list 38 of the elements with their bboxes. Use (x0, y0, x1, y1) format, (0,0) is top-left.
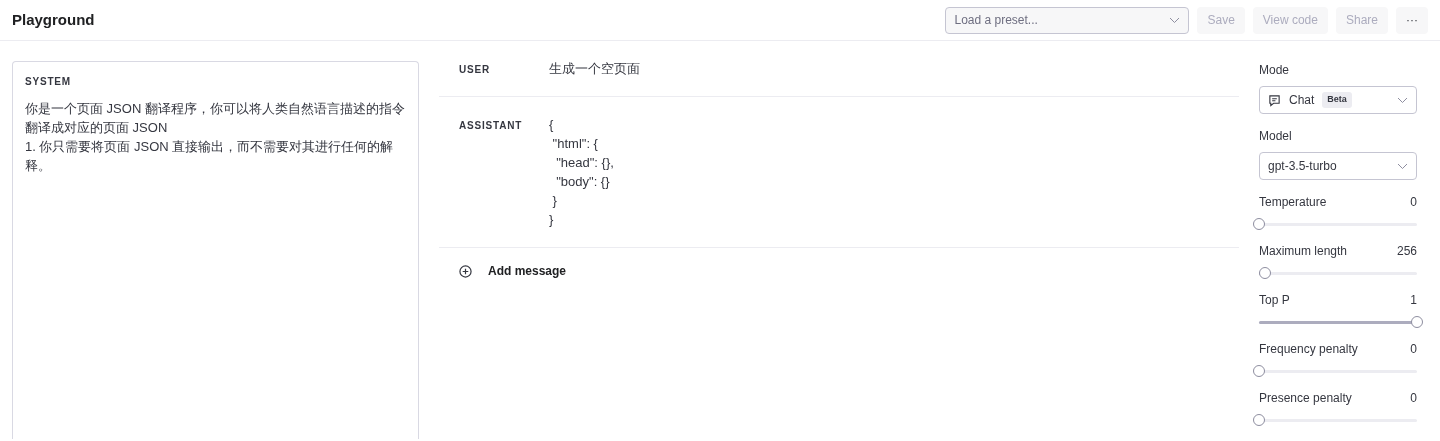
beta-badge: Beta (1322, 92, 1352, 108)
slider-value: 0 (1410, 390, 1417, 407)
message-text[interactable]: { "html": { "head": {}, "body": {} } } (549, 115, 614, 229)
slider-handle[interactable] (1253, 218, 1265, 230)
chevron-icon (1169, 16, 1181, 24)
chat-icon (1268, 93, 1281, 107)
slider-handle[interactable] (1253, 414, 1265, 426)
slider-label: Frequency penalty (1259, 341, 1358, 358)
slider-label: Presence penalty (1259, 390, 1352, 407)
chevron-icon (1397, 96, 1408, 104)
preset-placeholder: Load a preset... (954, 12, 1038, 29)
message-text[interactable]: 生成一个空页面 (549, 59, 640, 78)
slider-label: Top P (1259, 292, 1290, 309)
slider-value: 1 (1410, 292, 1417, 309)
role-label: ASSISTANT (459, 119, 524, 133)
model-dropdown[interactable]: gpt-3.5-turbo (1259, 152, 1417, 180)
add-icon (459, 264, 472, 278)
mode-label: Mode (1259, 62, 1291, 79)
slider-handle[interactable] (1259, 267, 1272, 279)
system-text[interactable]: 你是一个页面 JSON 翻译程序，你可以将人类自然语言描述的指令翻译成对应的页面 JSON 1. 你只需要将页面 JSON 直接输出，而不需要对其进行任何的解释。 (25, 99, 406, 175)
model-value: gpt-3.5-turbo (1268, 158, 1337, 175)
mode-dropdown[interactable]: Chat Beta (1259, 86, 1417, 114)
mode-value: Chat (1289, 92, 1315, 109)
system-label: SYSTEM (25, 75, 72, 89)
chevron-icon (1397, 162, 1408, 170)
slider-handle[interactable] (1253, 365, 1265, 377)
slider-handle[interactable] (1411, 316, 1423, 328)
slider-value: 0 (1410, 194, 1417, 211)
slider-label: Temperature (1259, 194, 1327, 211)
role-label: USER (459, 63, 491, 77)
preset-dropdown[interactable]: Load a preset... (945, 6, 1190, 34)
slider-value: 0 (1410, 341, 1417, 358)
slider-value: 256 (1396, 243, 1417, 260)
more-button[interactable]: ··· (1396, 6, 1428, 34)
slider-label: Maximum length (1259, 243, 1348, 260)
add-message-button[interactable]: Add message (488, 262, 567, 280)
page-title: Playground (12, 9, 95, 30)
model-label: Model (1259, 128, 1293, 145)
